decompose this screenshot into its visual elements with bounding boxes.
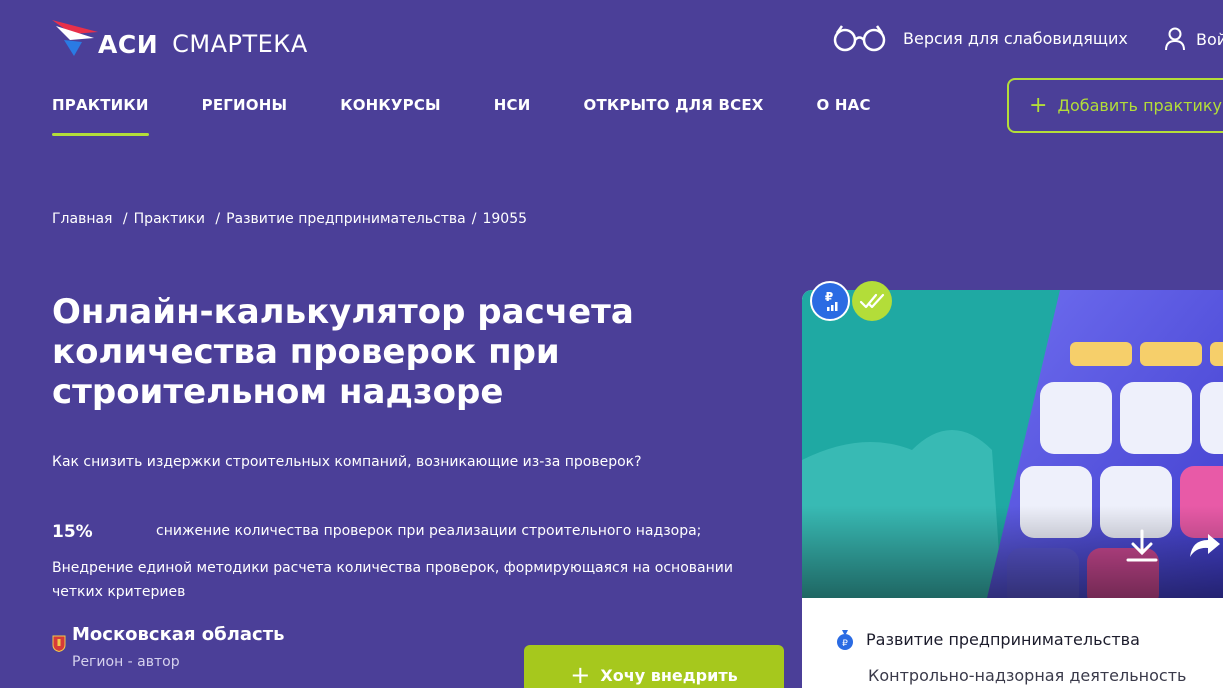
main-nav: ПРАКТИКИ РЕГИОНЫ КОНКУРСЫ НСИ ОТКРЫТО ДЛ…	[52, 96, 871, 136]
login-label: Войти	[1196, 29, 1223, 49]
nav-item-open-for-all[interactable]: ОТКРЫТО ДЛЯ ВСЕХ	[584, 96, 764, 136]
nav-label-open-for-all: ОТКРЫТО ДЛЯ ВСЕХ	[583, 96, 764, 114]
breadcrumb-section[interactable]: Развитие предпринимательства	[226, 211, 466, 227]
glasses-icon	[833, 25, 886, 52]
financing-badge: ₽	[810, 281, 850, 321]
breadcrumb-practices[interactable]: Практики	[134, 211, 205, 227]
category-row[interactable]: ₽ Развитие предпринимательства	[836, 628, 1140, 650]
breadcrumb-separator: /	[471, 211, 477, 227]
user-icon	[1165, 27, 1185, 51]
category-label: Развитие предпринимательства	[866, 629, 1140, 649]
logo-smarteka-text: СМАРТЕКА	[172, 30, 308, 58]
breadcrumb-current: 19055	[482, 211, 528, 227]
download-icon[interactable]	[1125, 528, 1159, 564]
practice-cover-image	[802, 290, 1223, 598]
share-icon[interactable]	[1188, 530, 1222, 560]
breadcrumb-separator: /	[118, 211, 128, 227]
plus-icon: +	[570, 661, 591, 688]
vision-version-label: Версия для слабовидящих	[903, 28, 1128, 48]
add-practice-label: Добавить практику	[1057, 96, 1222, 115]
nav-label-nsi: НСИ	[493, 96, 531, 114]
logo[interactable]: АСИ СМАРТЕКА	[52, 16, 317, 60]
stat-value: 15%	[52, 522, 93, 542]
login-link[interactable]: Войти	[1164, 22, 1223, 56]
page-title: Онлайн-калькулятор расчета количества пр…	[52, 292, 634, 412]
want-implement-button[interactable]: + Хочу внедрить	[524, 645, 784, 688]
svg-text:₽: ₽	[842, 639, 848, 649]
double-check-icon	[859, 293, 885, 309]
nav-item-regions[interactable]: РЕГИОНЫ	[202, 96, 288, 136]
logo-bird-icon	[52, 20, 98, 56]
nav-item-contests[interactable]: КОНКУРСЫ	[340, 96, 441, 136]
nav-item-about[interactable]: О НАС	[817, 96, 871, 136]
subcategory-label[interactable]: Контрольно-надзорная деятельность	[868, 666, 1186, 685]
nav-item-nsi[interactable]: НСИ	[494, 96, 531, 136]
coat-of-arms-icon	[52, 635, 66, 652]
money-bag-icon: ₽	[837, 630, 853, 650]
breadcrumb-home[interactable]: Главная	[52, 211, 112, 227]
plus-icon: +	[1029, 92, 1048, 118]
practice-description: Внедрение единой методики расчета количе…	[52, 560, 733, 600]
ruble-chart-icon: ₽	[825, 290, 838, 311]
nav-item-practices[interactable]: ПРАКТИКИ	[52, 96, 149, 136]
breadcrumb: Главная / Практики / Развитие предприним…	[52, 211, 527, 227]
breadcrumb-separator: /	[210, 211, 221, 227]
logo-asi-text: АСИ	[98, 29, 159, 59]
svg-text:₽: ₽	[825, 290, 833, 304]
stat-text: снижение количества проверок при реализа…	[156, 523, 702, 539]
nav-label-contests: КОНКУРСЫ	[340, 96, 441, 114]
nav-label-regions: РЕГИОНЫ	[201, 96, 288, 114]
page-subtitle: Как снизить издержки строительных компан…	[52, 454, 642, 470]
nav-label-practices: ПРАКТИКИ	[52, 96, 149, 114]
vision-version-link[interactable]: Версия для слабовидящих	[832, 20, 1128, 56]
nav-label-about: О НАС	[816, 96, 871, 114]
verified-badge	[852, 281, 892, 321]
practice-card[interactable]: ₽ Развитие предпринимательства Контрольн…	[802, 290, 1223, 688]
practice-card-body: ₽ Развитие предпринимательства Контрольн…	[802, 598, 1223, 688]
want-implement-label: Хочу внедрить	[600, 665, 738, 685]
region-name[interactable]: Московская область	[72, 624, 285, 645]
add-practice-button[interactable]: + Добавить практику	[1007, 78, 1223, 133]
region-role: Регион - автор	[72, 654, 180, 670]
